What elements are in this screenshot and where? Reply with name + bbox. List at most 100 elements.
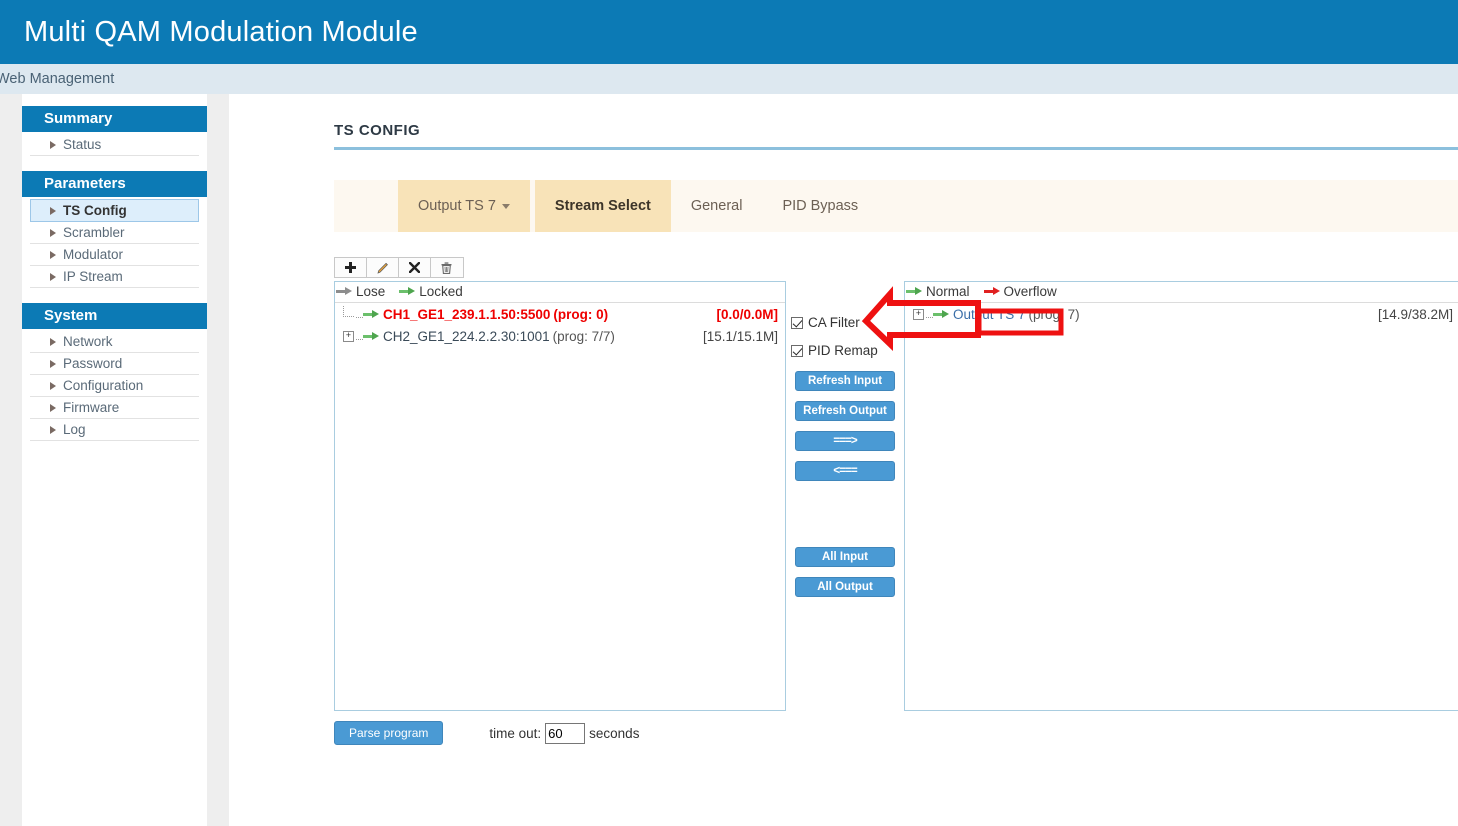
- input-stream-name[interactable]: CH1_GE1_239.1.1.50:5500: [383, 307, 550, 322]
- legend-normal: Normal: [906, 284, 970, 299]
- input-stream-panel: Lose Locked CH1_GE1_239.1.1.50:5500 (pro…: [334, 281, 786, 711]
- seconds-label: seconds: [589, 725, 640, 741]
- transfer-controls: CA Filter PID Remap Refresh Input Refres…: [791, 257, 899, 607]
- refresh-input-button[interactable]: Refresh Input: [795, 371, 895, 391]
- input-legend: Lose Locked: [335, 282, 785, 303]
- output-stream-name[interactable]: Output TS 7: [953, 307, 1026, 322]
- arrow-right-gray-icon: [336, 287, 353, 296]
- panels-row: Lose Locked CH1_GE1_239.1.1.50:5500 (pro…: [334, 257, 1458, 745]
- sidebar-item-label: Scrambler: [63, 225, 125, 240]
- arrow-right-green-icon: [399, 287, 416, 296]
- timeout-input[interactable]: [545, 722, 586, 744]
- parse-program-button[interactable]: Parse program: [334, 721, 444, 745]
- all-output-button[interactable]: All Output: [795, 577, 895, 597]
- tree-dots-icon: [356, 333, 363, 340]
- expand-plus-icon[interactable]: +: [913, 308, 924, 320]
- tab-label: Output TS 7: [418, 198, 496, 214]
- tree-dots-icon: [926, 311, 933, 318]
- sidebar-section-system: System: [22, 303, 207, 329]
- sidebar-item-label: IP Stream: [63, 269, 123, 284]
- legend-label: Locked: [419, 284, 463, 299]
- move-left-button[interactable]: <===: [795, 461, 895, 481]
- tab-label: PID Bypass: [782, 198, 859, 214]
- all-input-button[interactable]: All Input: [795, 547, 895, 567]
- caret-right-icon: [50, 403, 56, 412]
- footer-controls: Parse program time out: seconds: [334, 721, 786, 745]
- sidebar-item-label: Configuration: [63, 378, 144, 393]
- tab-stream-select[interactable]: Stream Select: [534, 180, 671, 232]
- input-row-ch2[interactable]: + CH2_GE1_224.2.2.30:1001 (prog: 7/7) [1…: [335, 325, 785, 347]
- input-stream-bitrate: [15.1/15.1M]: [702, 328, 778, 344]
- output-column: Normal Overflow + Output TS 7 (prog: 7): [904, 257, 1458, 711]
- tab-label: Stream Select: [554, 198, 651, 214]
- arrow-right-green-icon: [933, 309, 950, 319]
- mid-gutter: [207, 94, 229, 826]
- output-stream-bitrate: [14.9/38.2M]: [1377, 306, 1453, 322]
- legend-locked: Locked: [399, 284, 463, 299]
- tree-dots-icon: [356, 311, 363, 318]
- output-row-ts7[interactable]: + Output TS 7 (prog: 7) [14.9/38.2M]: [905, 303, 1458, 325]
- delete-trash-icon[interactable]: [431, 258, 463, 277]
- edit-pencil-icon[interactable]: [367, 258, 399, 277]
- arrow-right-green-icon: [906, 287, 923, 296]
- arrow-right-green-icon: [363, 331, 380, 341]
- tab-pid-bypass[interactable]: PID Bypass: [762, 180, 878, 232]
- sidebar-item-ip-stream[interactable]: IP Stream: [30, 266, 199, 288]
- sidebar-item-label: Network: [63, 334, 113, 349]
- ca-filter-label: CA Filter: [808, 315, 860, 330]
- input-stream-name[interactable]: CH2_GE1_224.2.2.30:1001: [383, 329, 550, 344]
- x-glyph: [409, 262, 420, 273]
- chevron-down-icon: [501, 203, 510, 209]
- sidebar: Summary Status Parameters TS Config Scra…: [22, 94, 207, 826]
- arrow-right-green-icon: [363, 309, 380, 319]
- caret-right-icon: [50, 250, 56, 259]
- sidebar-item-scrambler[interactable]: Scrambler: [30, 222, 199, 244]
- sidebar-group-parameters: TS Config Scrambler Modulator IP Stream: [22, 199, 207, 294]
- sidebar-item-configuration[interactable]: Configuration: [30, 375, 199, 397]
- sidebar-item-modulator[interactable]: Modulator: [30, 244, 199, 266]
- input-stream-prog: (prog: 7/7): [552, 328, 615, 344]
- legend-overflow: Overflow: [983, 284, 1057, 299]
- caret-right-icon: [50, 228, 56, 237]
- sidebar-item-password[interactable]: Password: [30, 353, 199, 375]
- move-right-button[interactable]: ===>: [795, 431, 895, 451]
- sidebar-section-summary: Summary: [22, 106, 207, 132]
- page-title: TS CONFIG: [334, 122, 421, 139]
- content-area: TS CONFIG Output TS 7 Stream Select Gene…: [229, 94, 1458, 826]
- input-row-ch1[interactable]: CH1_GE1_239.1.1.50:5500 (prog: 0) [0.0/0…: [335, 303, 785, 325]
- sidebar-item-log[interactable]: Log: [30, 419, 199, 441]
- ca-filter-checkbox-row[interactable]: CA Filter: [791, 315, 899, 330]
- close-icon[interactable]: [399, 258, 431, 277]
- app-title: Multi QAM Modulation Module: [24, 15, 418, 48]
- sidebar-item-label: Status: [63, 137, 102, 152]
- sidebar-item-ts-config[interactable]: TS Config: [30, 199, 199, 222]
- legend-lose: Lose: [336, 284, 385, 299]
- pid-remap-checkbox-row[interactable]: PID Remap: [791, 343, 899, 358]
- arrow-right-red-icon: [983, 287, 1001, 296]
- sidebar-item-network[interactable]: Network: [30, 331, 199, 353]
- sidebar-item-firmware[interactable]: Firmware: [30, 397, 199, 419]
- output-stream-prog: (prog: 7): [1028, 306, 1080, 322]
- expand-plus-icon[interactable]: +: [343, 330, 354, 342]
- tab-bar: Output TS 7 Stream Select General PID By…: [334, 180, 1458, 232]
- tab-output-ts-selector[interactable]: Output TS 7: [398, 180, 530, 232]
- sidebar-item-label: TS Config: [63, 203, 127, 218]
- caret-right-icon: [50, 359, 56, 368]
- tab-general[interactable]: General: [671, 180, 763, 232]
- list-toolbar: [334, 257, 464, 278]
- legend-label: Lose: [356, 284, 386, 299]
- sidebar-item-status[interactable]: Status: [30, 134, 199, 156]
- caret-right-icon: [50, 206, 56, 215]
- refresh-output-button[interactable]: Refresh Output: [795, 401, 895, 421]
- checkbox-checked-icon[interactable]: [791, 316, 803, 329]
- caret-right-icon: [50, 140, 56, 149]
- timeout-label: time out:: [489, 725, 542, 741]
- sidebar-group-system: Network Password Configuration Firmware …: [22, 331, 207, 447]
- caret-right-icon: [50, 337, 56, 346]
- checkbox-checked-icon[interactable]: [791, 344, 803, 357]
- pid-remap-label: PID Remap: [808, 343, 878, 358]
- add-icon[interactable]: [335, 258, 367, 277]
- subheader-bar: Web Management: [0, 64, 1458, 94]
- tree-line-icon: [343, 306, 354, 317]
- sidebar-item-label: Log: [63, 422, 86, 437]
